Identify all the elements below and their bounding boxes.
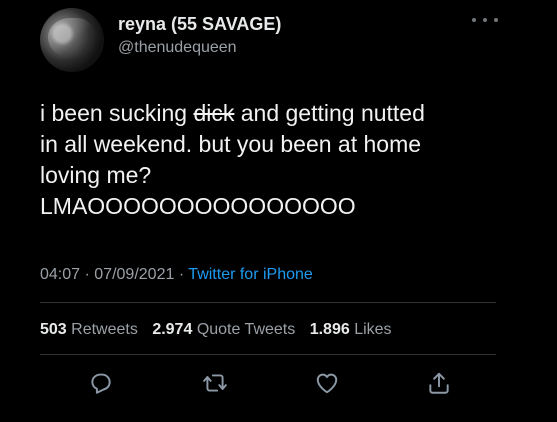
author-handle[interactable]: @thenudequeen [118, 39, 237, 57]
reply-icon [91, 373, 111, 394]
more-dot [494, 18, 498, 22]
heart-icon [316, 373, 338, 394]
tweet-date[interactable]: 07/09/2021 [94, 266, 174, 283]
tweet-text-line: LMAOOOOOOOOOOOOOOO [40, 193, 356, 219]
tweet-text-line: loving me? [40, 162, 152, 188]
tweet-source[interactable]: Twitter for iPhone [188, 266, 313, 283]
divider [40, 354, 496, 355]
avatar[interactable] [40, 8, 104, 72]
tweet-text-segment: i been sucking [40, 100, 194, 126]
more-horizontal-icon[interactable] [472, 12, 498, 28]
tweet-text: i been sucking dick and getting nutted i… [40, 98, 540, 222]
likes-stat[interactable]: 1.896 Likes [310, 321, 392, 338]
tweet-time[interactable]: 04:07 [40, 266, 80, 283]
more-dot [483, 18, 487, 22]
author-name[interactable]: reyna (55 SAVAGE) [118, 14, 281, 35]
strikethrough-text: dick [193, 100, 235, 126]
retweets-label: Retweets [71, 321, 138, 338]
tweet-card: reyna (55 SAVAGE) @thenudequeen i been s… [0, 0, 557, 422]
tweet-actions [70, 370, 460, 396]
more-dot [472, 18, 476, 22]
retweet-icon [203, 374, 227, 392]
meta-separator: · [178, 266, 185, 283]
retweets-stat[interactable]: 503 Retweets [40, 321, 138, 338]
tweet-text-line: i been sucking dick and getting nutted [40, 98, 540, 129]
tweet-stats: 503 Retweets 2.974 Quote Tweets 1.896 Li… [40, 321, 402, 339]
tweet-meta: 04:07 · 07/09/2021 · Twitter for iPhone [40, 266, 313, 284]
share-icon [429, 372, 449, 394]
quote-tweets-count: 2.974 [152, 321, 193, 338]
divider [40, 302, 496, 303]
meta-separator: · [84, 266, 90, 283]
quote-tweets-stat[interactable]: 2.974 Quote Tweets [152, 321, 295, 338]
retweets-count: 503 [40, 321, 67, 338]
likes-count: 1.896 [309, 321, 350, 338]
avatar-photo [48, 18, 94, 58]
retweet-button[interactable] [202, 370, 228, 396]
like-button[interactable] [314, 370, 340, 396]
tweet-text-segment: and getting nutted [234, 100, 425, 126]
likes-label: Likes [354, 321, 392, 338]
quote-tweets-label: Quote Tweets [196, 321, 296, 338]
reply-button[interactable] [88, 370, 114, 396]
tweet-text-line: in all weekend. but you been at home [40, 131, 422, 157]
share-button[interactable] [426, 370, 452, 396]
